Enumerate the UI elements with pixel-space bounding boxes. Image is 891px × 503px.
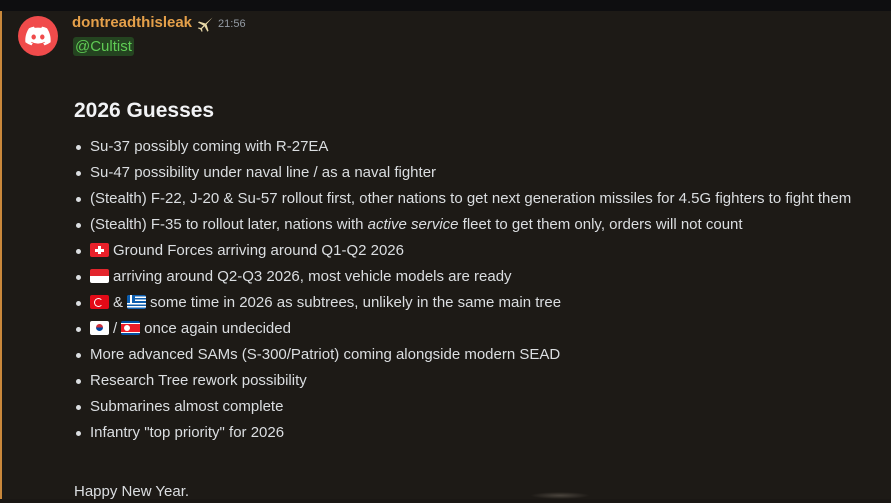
user-mention[interactable]: @Cultist	[73, 37, 134, 56]
chat-message: dontreadthisleak 21:56 @Cultist 2026 Gue…	[0, 11, 891, 500]
list-item: Submarines almost complete	[74, 396, 889, 422]
list-item-text: (Stealth) F-22, J-20 & Su-57 rollout fir…	[90, 190, 852, 207]
turkey-flag-icon	[90, 295, 109, 309]
list-item: Su-47 possibility under naval line / as …	[74, 162, 889, 188]
list-item: & some time in 2026 as subtrees, unlikely…	[74, 292, 889, 318]
list-item-text: Submarines almost complete	[90, 398, 284, 415]
list-item: (Stealth) F-35 to rollout later, nations…	[74, 214, 889, 240]
list-item-text: Research Tree rework possibility	[90, 372, 307, 389]
south-korea-flag-icon	[90, 321, 109, 335]
discord-logo-icon	[25, 26, 51, 46]
list-item-text: Su-37 possibly coming with R-27EA	[90, 138, 329, 155]
switzerland-flag-icon	[90, 243, 109, 257]
hover-glow	[530, 492, 590, 499]
list-item-text: fleet to get them only, orders will not …	[458, 216, 743, 233]
north-korea-flag-icon	[121, 321, 141, 335]
list-item-text: Ground Forces arriving around Q1-Q2 2026	[113, 242, 404, 259]
list-item-text: More advanced SAMs (S-300/Patriot) comin…	[90, 346, 561, 363]
list-item-text: some time in 2026 as subtrees, unlikely …	[150, 294, 562, 311]
greece-flag-icon	[127, 295, 147, 309]
list-item: arriving around Q2-Q3 2026, most vehicle…	[74, 266, 889, 292]
singapore-flag-icon	[90, 269, 109, 283]
list-item-text: Infantry "top priority" for 2026	[90, 424, 285, 441]
separator: /	[113, 320, 118, 337]
list-item-text: Su-47 possibility under naval line / as …	[90, 164, 437, 181]
message-heading: 2026 Guesses	[74, 99, 215, 122]
list-item-text: arriving around Q2-Q3 2026, most vehicle…	[113, 268, 512, 285]
list-item: / once again undecided	[74, 318, 889, 344]
list-item: Infantry "top priority" for 2026	[74, 422, 889, 448]
avatar[interactable]	[18, 16, 58, 56]
list-item: Research Tree rework possibility	[74, 370, 889, 396]
airplane-badge-icon	[196, 16, 214, 32]
italic-text: active service	[367, 216, 459, 233]
list-item: Ground Forces arriving around Q1-Q2 2026	[74, 240, 889, 266]
top-bar	[0, 0, 891, 11]
list-item: (Stealth) F-22, J-20 & Su-57 rollout fir…	[74, 188, 889, 214]
username[interactable]: dontreadthisleak	[72, 14, 192, 31]
guesses-list: Su-37 possibly coming with R-27EA Su-47 …	[74, 136, 889, 448]
message-header: dontreadthisleak 21:56	[72, 14, 246, 34]
list-item: More advanced SAMs (S-300/Patriot) comin…	[74, 344, 889, 370]
timestamp: 21:56	[218, 18, 246, 30]
separator: &	[113, 294, 124, 311]
list-item-text: once again undecided	[144, 320, 291, 337]
list-item: Su-37 possibly coming with R-27EA	[74, 136, 889, 162]
closing-text: Happy New Year.	[74, 483, 190, 500]
list-item-text: (Stealth) F-35 to rollout later, nations…	[90, 216, 368, 233]
